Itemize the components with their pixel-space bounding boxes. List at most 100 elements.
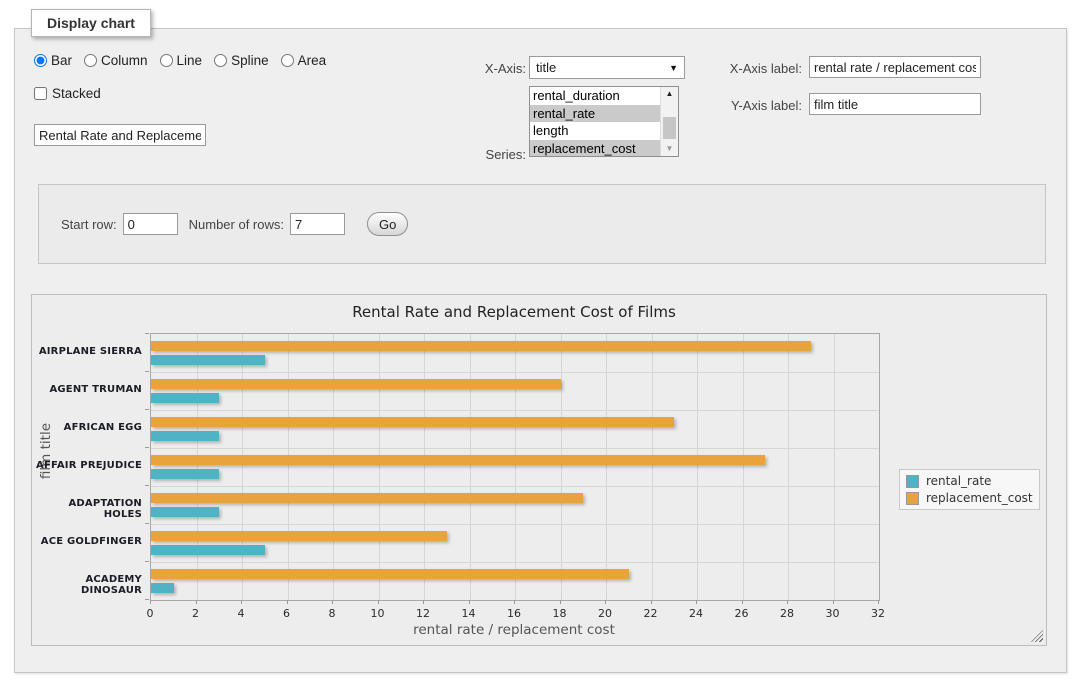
gridline: [515, 334, 516, 600]
x-tick-label: 4: [224, 607, 258, 620]
y-tick-mark: [145, 561, 149, 562]
y-tick-mark: [145, 447, 149, 448]
gridline: [561, 334, 562, 600]
scroll-up-icon[interactable]: ▲: [661, 87, 678, 101]
radio-bar[interactable]: [34, 54, 47, 67]
gridline: [743, 334, 744, 600]
chart-bar-rental_rate: [151, 507, 219, 517]
gridline: [151, 524, 879, 525]
gridline: [151, 448, 879, 449]
x-tick-mark: [560, 600, 561, 604]
chart-category-label: ADAPTATION HOLES: [32, 498, 142, 520]
x-axis-select[interactable]: title ▼: [529, 56, 685, 79]
x-axis-label-input[interactable]: [809, 56, 981, 78]
radio-line[interactable]: [160, 54, 173, 67]
chart-plot-area: [150, 333, 880, 601]
start-row-input[interactable]: [123, 213, 178, 235]
chart-bar-replacement_cost: [151, 341, 811, 351]
radio-area[interactable]: [281, 54, 294, 67]
x-tick-label: 10: [361, 607, 395, 620]
chart-category-label: ACADEMY DINOSAUR: [32, 574, 142, 596]
chart-type-option-area[interactable]: Area: [281, 53, 327, 68]
chart-title-input[interactable]: [34, 124, 206, 146]
x-tick-label: 28: [770, 607, 804, 620]
scroll-down-icon[interactable]: ▼: [661, 142, 678, 156]
chart-type-option-line[interactable]: Line: [160, 53, 203, 68]
x-tick-mark: [605, 600, 606, 604]
x-axis-select-label: X-Axis:: [439, 61, 526, 76]
x-tick-mark: [787, 600, 788, 604]
x-tick-label: 20: [588, 607, 622, 620]
num-rows-label: Number of rows:: [189, 217, 284, 232]
x-tick-label: 22: [634, 607, 668, 620]
y-tick-mark: [145, 409, 149, 410]
chart-category-label: AFRICAN EGG: [32, 422, 142, 433]
row-controls-panel: Start row: Number of rows: Go: [38, 184, 1046, 264]
x-tick-mark: [514, 600, 515, 604]
series-scrollbar[interactable]: ▲ ▼: [660, 87, 678, 156]
gridline: [288, 334, 289, 600]
series-option-rental_rate[interactable]: rental_rate: [530, 105, 661, 123]
series-multiselect[interactable]: rental_durationrental_ratelengthreplacem…: [529, 86, 679, 157]
chart-category-label: AFFAIR PREJUDICE: [32, 460, 142, 471]
go-button[interactable]: Go: [367, 212, 408, 236]
gridline: [151, 372, 879, 373]
chart-category-label: ACE GOLDFINGER: [32, 536, 142, 547]
x-axis-selected-value: title: [536, 60, 556, 75]
x-tick-mark: [651, 600, 652, 604]
legend-swatch: [906, 492, 919, 505]
x-tick-label: 24: [679, 607, 713, 620]
stacked-row: Stacked: [34, 86, 101, 101]
x-tick-label: 26: [725, 607, 759, 620]
num-rows-input[interactable]: [290, 213, 345, 235]
gridline: [470, 334, 471, 600]
x-tick-label: 0: [133, 607, 167, 620]
gridline: [333, 334, 334, 600]
scrollbar-thumb[interactable]: [663, 117, 676, 139]
series-option-rental_duration[interactable]: rental_duration: [530, 87, 661, 105]
gridline: [151, 486, 879, 487]
gridline: [151, 562, 879, 563]
chart-bar-replacement_cost: [151, 417, 674, 427]
gridline: [834, 334, 835, 600]
chart-bar-rental_rate: [151, 469, 219, 479]
gridline: [788, 334, 789, 600]
y-tick-mark: [145, 485, 149, 486]
y-axis-label-input[interactable]: [809, 93, 981, 115]
x-tick-label: 30: [816, 607, 850, 620]
chart-x-axis-title: rental rate / replacement cost: [150, 622, 878, 638]
radio-column[interactable]: [84, 54, 97, 67]
stacked-checkbox[interactable]: [34, 87, 47, 100]
chart-bar-rental_rate: [151, 545, 265, 555]
x-tick-mark: [378, 600, 379, 604]
chart-bar-replacement_cost: [151, 531, 447, 541]
gridline: [424, 334, 425, 600]
x-tick-label: 18: [543, 607, 577, 620]
start-row-label: Start row:: [61, 217, 117, 232]
chart-type-option-spline[interactable]: Spline: [214, 53, 269, 68]
x-tick-label: 16: [497, 607, 531, 620]
legend-swatch: [906, 475, 919, 488]
x-tick-mark: [833, 600, 834, 604]
x-tick-mark: [196, 600, 197, 604]
chart-legend: rental_ratereplacement_cost: [899, 469, 1040, 510]
gridline: [697, 334, 698, 600]
series-options: rental_durationrental_ratelengthreplacem…: [530, 87, 661, 157]
radio-spline[interactable]: [214, 54, 227, 67]
gridline: [151, 410, 879, 411]
chart-type-option-column[interactable]: Column: [84, 53, 148, 68]
chart-title: Rental Rate and Replacement Cost of Film…: [150, 303, 878, 321]
stacked-label: Stacked: [52, 86, 101, 101]
x-tick-mark: [423, 600, 424, 604]
resize-handle-icon[interactable]: [1031, 630, 1043, 642]
x-tick-label: 14: [452, 607, 486, 620]
series-option-length[interactable]: length: [530, 122, 661, 140]
chart-category-label: AIRPLANE SIERRA: [32, 346, 142, 357]
y-tick-mark: [145, 523, 149, 524]
series-option-replacement_cost[interactable]: replacement_cost: [530, 140, 661, 158]
chart-type-option-bar[interactable]: Bar: [34, 53, 72, 68]
gridline: [242, 334, 243, 600]
x-tick-mark: [332, 600, 333, 604]
x-tick-mark: [241, 600, 242, 604]
x-axis-label-label: X-Axis label:: [715, 61, 802, 76]
